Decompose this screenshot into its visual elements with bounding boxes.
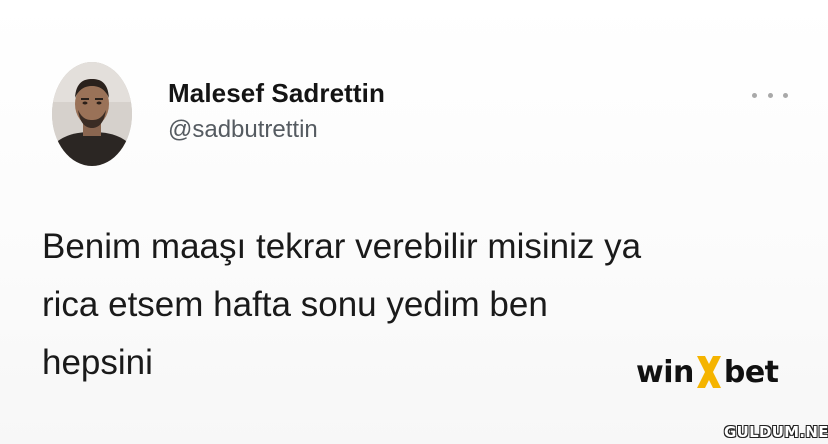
tweet-header: Malesef Sadrettin @sadbutrettin bbox=[52, 62, 385, 166]
brand-logo: win bet bbox=[636, 352, 779, 392]
more-horizontal-icon[interactable] bbox=[752, 88, 788, 102]
brand-logo-bet: bet bbox=[723, 354, 779, 390]
dot bbox=[752, 92, 757, 98]
dot bbox=[767, 92, 773, 98]
brand-logo-x-mark bbox=[696, 356, 721, 388]
avatar[interactable] bbox=[52, 62, 132, 166]
tweet-screenshot: Malesef Sadrettin @sadbutrettin Benim ma… bbox=[0, 0, 828, 444]
dot bbox=[783, 92, 788, 98]
user-handle[interactable]: @sadbutrettin bbox=[168, 115, 385, 145]
site-watermark: GULDUM.NET bbox=[724, 423, 828, 441]
display-name[interactable]: Malesef Sadrettin bbox=[168, 77, 385, 109]
user-identity: Malesef Sadrettin @sadbutrettin bbox=[168, 77, 385, 145]
avatar-photo bbox=[52, 62, 132, 166]
brand-logo-win: win bbox=[636, 354, 694, 390]
